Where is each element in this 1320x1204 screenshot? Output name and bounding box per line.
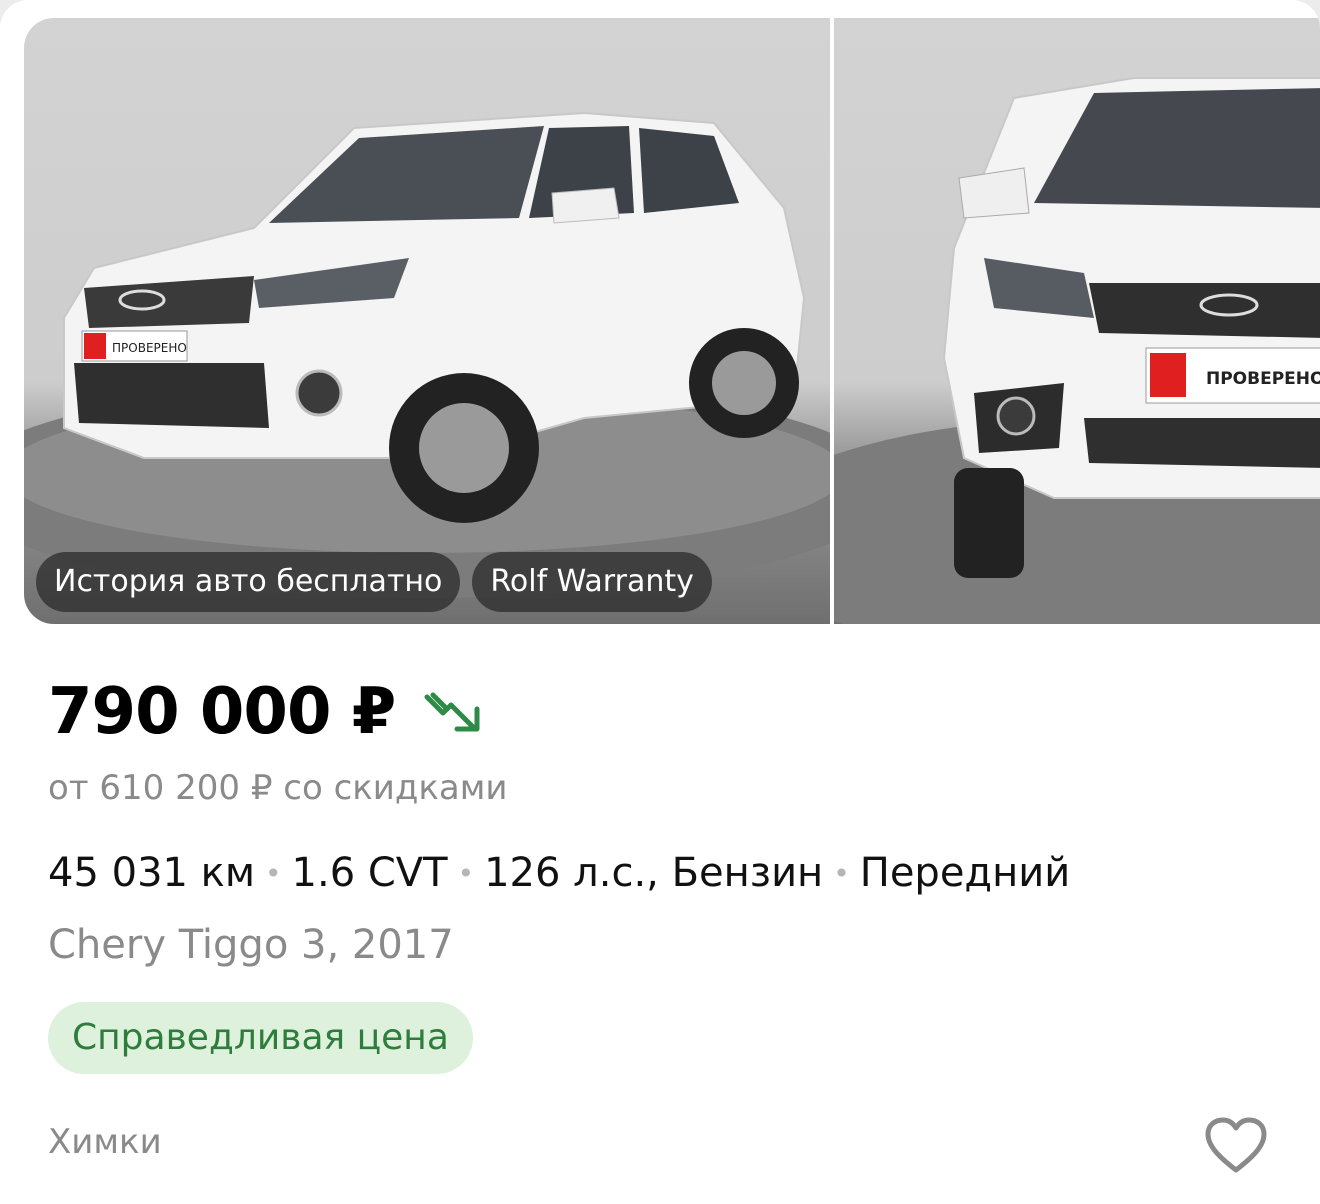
separator: • xyxy=(833,856,850,890)
history-chip[interactable]: История авто бесплатно xyxy=(36,552,461,612)
spec-engine: 1.6 CVT xyxy=(291,850,448,896)
car-photo-front-three-quarter[interactable]: ПРОВЕРЕНО История авто бесплатно Rolf Wa… xyxy=(24,18,830,624)
svg-text:ПРОВЕРЕНО: ПРОВЕРЕНО xyxy=(1206,369,1320,389)
city: Химки xyxy=(48,1122,162,1162)
spec-drive: Передний xyxy=(859,850,1071,896)
photo-chips: История авто бесплатно Rolf Warranty xyxy=(36,552,712,612)
spec-mileage: 45 031 км xyxy=(48,850,256,896)
car-photo-front[interactable]: ПРОВЕРЕНО xyxy=(834,18,1320,624)
trend-down-icon[interactable] xyxy=(421,687,491,737)
price-row: 790 000 ₽ xyxy=(48,672,491,752)
separator: • xyxy=(457,856,475,890)
warranty-chip[interactable]: Rolf Warranty xyxy=(472,552,712,612)
listing-card[interactable]: ПРОВЕРЕНО История авто бесплатно Rolf Wa… xyxy=(0,0,1320,1204)
favorite-button[interactable] xyxy=(1196,1106,1276,1186)
separator: • xyxy=(265,856,282,890)
price: 790 000 ₽ xyxy=(48,675,396,749)
photo-gallery[interactable]: ПРОВЕРЕНО История авто бесплатно Rolf Wa… xyxy=(24,18,1320,624)
svg-text:ПРОВЕРЕНО: ПРОВЕРЕНО xyxy=(112,341,187,355)
heart-icon xyxy=(1205,1117,1267,1173)
specs-line: 45 031 км • 1.6 CVT • 126 л.с., Бензин •… xyxy=(48,850,1070,896)
car-model-year: Chery Tiggo 3, 2017 xyxy=(48,922,454,968)
spec-power-fuel: 126 л.с., Бензин xyxy=(484,850,824,896)
discount-price: от 610 200 ₽ со скидками xyxy=(48,768,508,808)
fair-price-badge[interactable]: Справедливая цена xyxy=(48,1002,473,1074)
